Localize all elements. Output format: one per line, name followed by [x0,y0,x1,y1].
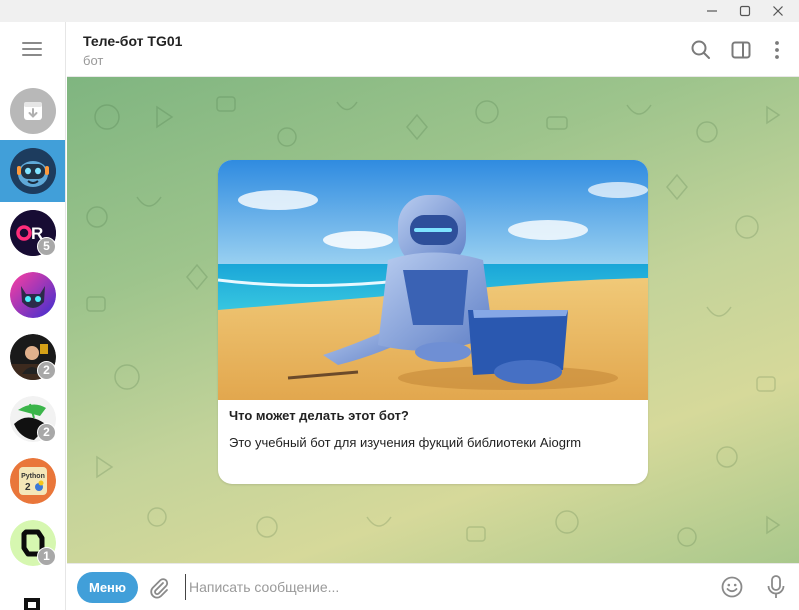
sidebar-item-tg01-bot[interactable] [0,140,65,202]
close-button[interactable] [763,0,793,22]
sidebar-item-man-chat[interactable]: 2 [0,326,65,388]
unread-badge: 2 [37,361,56,380]
window-title-bar [0,0,799,22]
archive-icon [10,88,56,134]
avatar [10,582,56,610]
sidebar-toggle-icon[interactable] [730,39,752,61]
svg-text:Python: Python [21,473,45,480]
more-icon[interactable] [766,39,788,61]
chat-area: Что может делать этот бот? Это учебный б… [67,77,799,563]
sidebar-item-archive[interactable] [0,80,65,142]
maximize-icon [739,5,751,17]
chat-header: Теле-бот TG01 бот [67,22,799,77]
sidebar-item-bird-chat[interactable]: 2 [0,388,65,450]
chat-title[interactable]: Теле-бот TG01 [83,33,182,49]
minimize-icon [707,10,717,12]
bot-preview-image [218,160,648,400]
avatar [10,148,56,194]
maximize-button[interactable] [730,0,760,22]
search-icon[interactable] [690,39,712,61]
emoji-icon[interactable] [720,575,744,599]
chat-subtitle: бот [83,53,104,68]
unread-badge: 5 [37,237,56,256]
bot-info-card: Что может делать этот бот? Это учебный б… [218,160,648,484]
minimize-button[interactable] [697,0,727,22]
svg-text:2: 2 [25,482,31,493]
close-icon [773,6,783,16]
sidebar-item-qr-channel[interactable]: R 5 [0,202,65,264]
sidebar-item-python-chat[interactable]: Python 2 [0,450,65,512]
menu-button[interactable]: Меню [77,572,138,603]
sidebar-item-logo-chat[interactable]: 1 [0,512,65,574]
message-input[interactable] [185,574,705,600]
bot-card-question: Что может делать этот бот? [229,408,409,423]
unread-badge: 2 [37,423,56,442]
chat-list-sidebar: R 5 2 2 Python 2 1 [0,22,66,610]
attach-icon[interactable] [147,576,171,600]
mic-icon[interactable] [764,574,788,600]
sidebar-item-partial[interactable] [0,574,65,610]
bot-card-description: Это учебный бот для изучения фукций библ… [229,435,582,450]
avatar: Python 2 [10,458,56,504]
message-composer: Меню [67,563,799,610]
sidebar-item-cat-chat[interactable] [0,264,65,326]
unread-badge: 1 [37,547,56,566]
hamburger-icon[interactable] [22,42,42,58]
avatar [10,272,56,318]
